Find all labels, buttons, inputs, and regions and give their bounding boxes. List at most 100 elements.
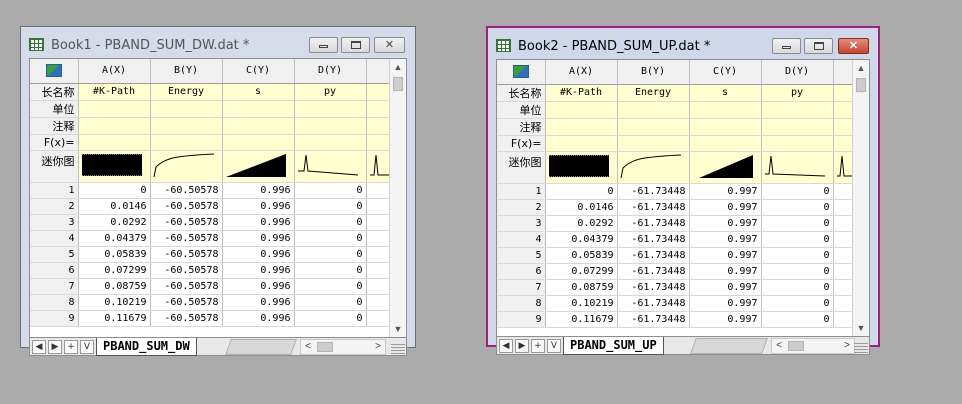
data-cell[interactable]: -60.50578 xyxy=(150,230,223,247)
data-cell[interactable]: 0.997 xyxy=(689,199,762,216)
comment-cell[interactable] xyxy=(222,117,295,135)
scroll-up-icon[interactable]: ▲ xyxy=(390,59,406,75)
column-header[interactable]: C(Y) xyxy=(689,60,762,85)
long-name-cell[interactable]: Energy xyxy=(150,83,223,101)
sparkline-cell[interactable] xyxy=(78,150,151,183)
row-number[interactable]: 1 xyxy=(497,183,546,200)
data-cell[interactable]: 0 xyxy=(761,215,834,232)
horizontal-scrollbar[interactable]: < > xyxy=(300,339,386,355)
resize-grip-icon[interactable] xyxy=(854,341,868,353)
units-cell[interactable] xyxy=(689,101,762,119)
data-cell[interactable]: -60.50578 xyxy=(150,262,223,279)
data-cell[interactable]: 0.0146 xyxy=(78,198,151,215)
long-name-cell[interactable]: #K-Path xyxy=(78,83,151,101)
sparkline-cell[interactable] xyxy=(294,150,367,183)
row-number[interactable]: 5 xyxy=(30,246,79,263)
comment-cell[interactable] xyxy=(294,117,367,135)
scroll-right-icon[interactable]: > xyxy=(840,339,854,353)
add-sheet-button[interactable]: + xyxy=(64,340,78,354)
scroll-up-icon[interactable]: ▲ xyxy=(853,60,869,76)
column-header[interactable]: D(Y) xyxy=(761,60,834,85)
data-cell[interactable]: 0.08759 xyxy=(78,278,151,295)
units-cell[interactable] xyxy=(294,100,367,118)
data-cell[interactable]: -60.50578 xyxy=(150,310,223,327)
long-name-cell[interactable]: py xyxy=(761,84,834,102)
sparkline-cell[interactable] xyxy=(545,151,618,184)
formula-cell[interactable] xyxy=(545,135,618,152)
data-cell[interactable]: 0 xyxy=(761,311,834,328)
formula-cell[interactable] xyxy=(689,135,762,152)
column-header[interactable]: B(Y) xyxy=(150,59,223,84)
data-cell[interactable]: 0.997 xyxy=(689,231,762,248)
units-cell[interactable] xyxy=(78,100,151,118)
scroll-thumb[interactable] xyxy=(393,77,403,91)
units-cell[interactable] xyxy=(545,101,618,119)
row-number[interactable]: 9 xyxy=(497,311,546,328)
comment-cell[interactable] xyxy=(689,118,762,136)
data-cell[interactable]: 0 xyxy=(545,183,618,200)
data-cell[interactable]: -61.73448 xyxy=(617,199,690,216)
units-cell[interactable] xyxy=(150,100,223,118)
data-cell[interactable]: 0.997 xyxy=(689,263,762,280)
data-cell[interactable]: -60.50578 xyxy=(150,246,223,263)
data-cell[interactable]: 0 xyxy=(294,214,367,231)
select-all-corner[interactable] xyxy=(497,60,546,85)
data-cell[interactable]: 0.996 xyxy=(222,278,295,295)
sparkline-cell[interactable] xyxy=(617,151,690,184)
close-button[interactable]: ✕ xyxy=(838,38,869,54)
data-cell[interactable]: 0.07299 xyxy=(545,263,618,280)
data-cell[interactable]: -61.73448 xyxy=(617,247,690,264)
book2-window[interactable]: Book2 - PBAND_SUM_UP.dat * ✕ A(X) B(Y) C… xyxy=(486,26,880,355)
row-number[interactable]: 6 xyxy=(497,263,546,280)
data-cell[interactable]: 0.0292 xyxy=(545,215,618,232)
data-cell[interactable]: 0.997 xyxy=(689,295,762,312)
sparkline-cell[interactable] xyxy=(222,150,295,183)
row-number[interactable]: 7 xyxy=(497,279,546,296)
formula-cell[interactable] xyxy=(150,134,223,151)
sheet-tab[interactable]: PBAND_SUM_UP xyxy=(563,337,664,355)
vertical-scrollbar[interactable]: ▲ ▼ xyxy=(852,60,869,336)
data-cell[interactable]: 0.996 xyxy=(222,310,295,327)
data-cell[interactable]: -61.73448 xyxy=(617,279,690,296)
data-cell[interactable]: 0.996 xyxy=(222,182,295,199)
minimize-button[interactable] xyxy=(772,38,801,54)
data-cell[interactable]: 0.05839 xyxy=(78,246,151,263)
close-button[interactable]: ✕ xyxy=(374,37,405,53)
row-number[interactable]: 9 xyxy=(30,310,79,327)
data-cell[interactable]: 0 xyxy=(761,247,834,264)
data-cell[interactable]: -61.73448 xyxy=(617,183,690,200)
long-name-cell[interactable]: s xyxy=(689,84,762,102)
long-name-cell[interactable]: #K-Path xyxy=(545,84,618,102)
comment-cell[interactable] xyxy=(150,117,223,135)
data-cell[interactable]: 0 xyxy=(294,310,367,327)
horizontal-scrollbar[interactable]: < > xyxy=(771,338,855,354)
data-cell[interactable]: -60.50578 xyxy=(150,214,223,231)
hscroll-thumb[interactable] xyxy=(317,342,333,352)
title-bar[interactable]: Book1 - PBAND_SUM_DW.dat * ✕ xyxy=(21,27,415,59)
data-cell[interactable]: 0.996 xyxy=(222,198,295,215)
row-number[interactable]: 5 xyxy=(497,247,546,264)
maximize-button[interactable] xyxy=(804,38,833,54)
hscroll-thumb[interactable] xyxy=(788,341,804,351)
data-cell[interactable]: 0.10219 xyxy=(78,294,151,311)
formula-cell[interactable] xyxy=(294,134,367,151)
data-cell[interactable]: 0.0292 xyxy=(78,214,151,231)
add-sheet-button[interactable]: + xyxy=(531,339,545,353)
row-number[interactable]: 8 xyxy=(30,294,79,311)
column-header[interactable]: B(Y) xyxy=(617,60,690,85)
data-cell[interactable]: 0 xyxy=(761,279,834,296)
data-cell[interactable]: 0.996 xyxy=(222,262,295,279)
comment-cell[interactable] xyxy=(617,118,690,136)
data-cell[interactable]: 0 xyxy=(761,183,834,200)
sheet-menu-button[interactable]: V xyxy=(80,340,94,354)
scroll-down-icon[interactable]: ▼ xyxy=(853,320,869,336)
data-cell[interactable]: -60.50578 xyxy=(150,294,223,311)
data-cell[interactable]: 0 xyxy=(294,294,367,311)
row-number[interactable]: 4 xyxy=(30,230,79,247)
minimize-button[interactable] xyxy=(309,37,338,53)
row-number[interactable]: 7 xyxy=(30,278,79,295)
formula-cell[interactable] xyxy=(78,134,151,151)
data-cell[interactable]: 0 xyxy=(761,231,834,248)
title-bar[interactable]: Book2 - PBAND_SUM_UP.dat * ✕ xyxy=(488,28,878,60)
data-cell[interactable]: 0.04379 xyxy=(78,230,151,247)
